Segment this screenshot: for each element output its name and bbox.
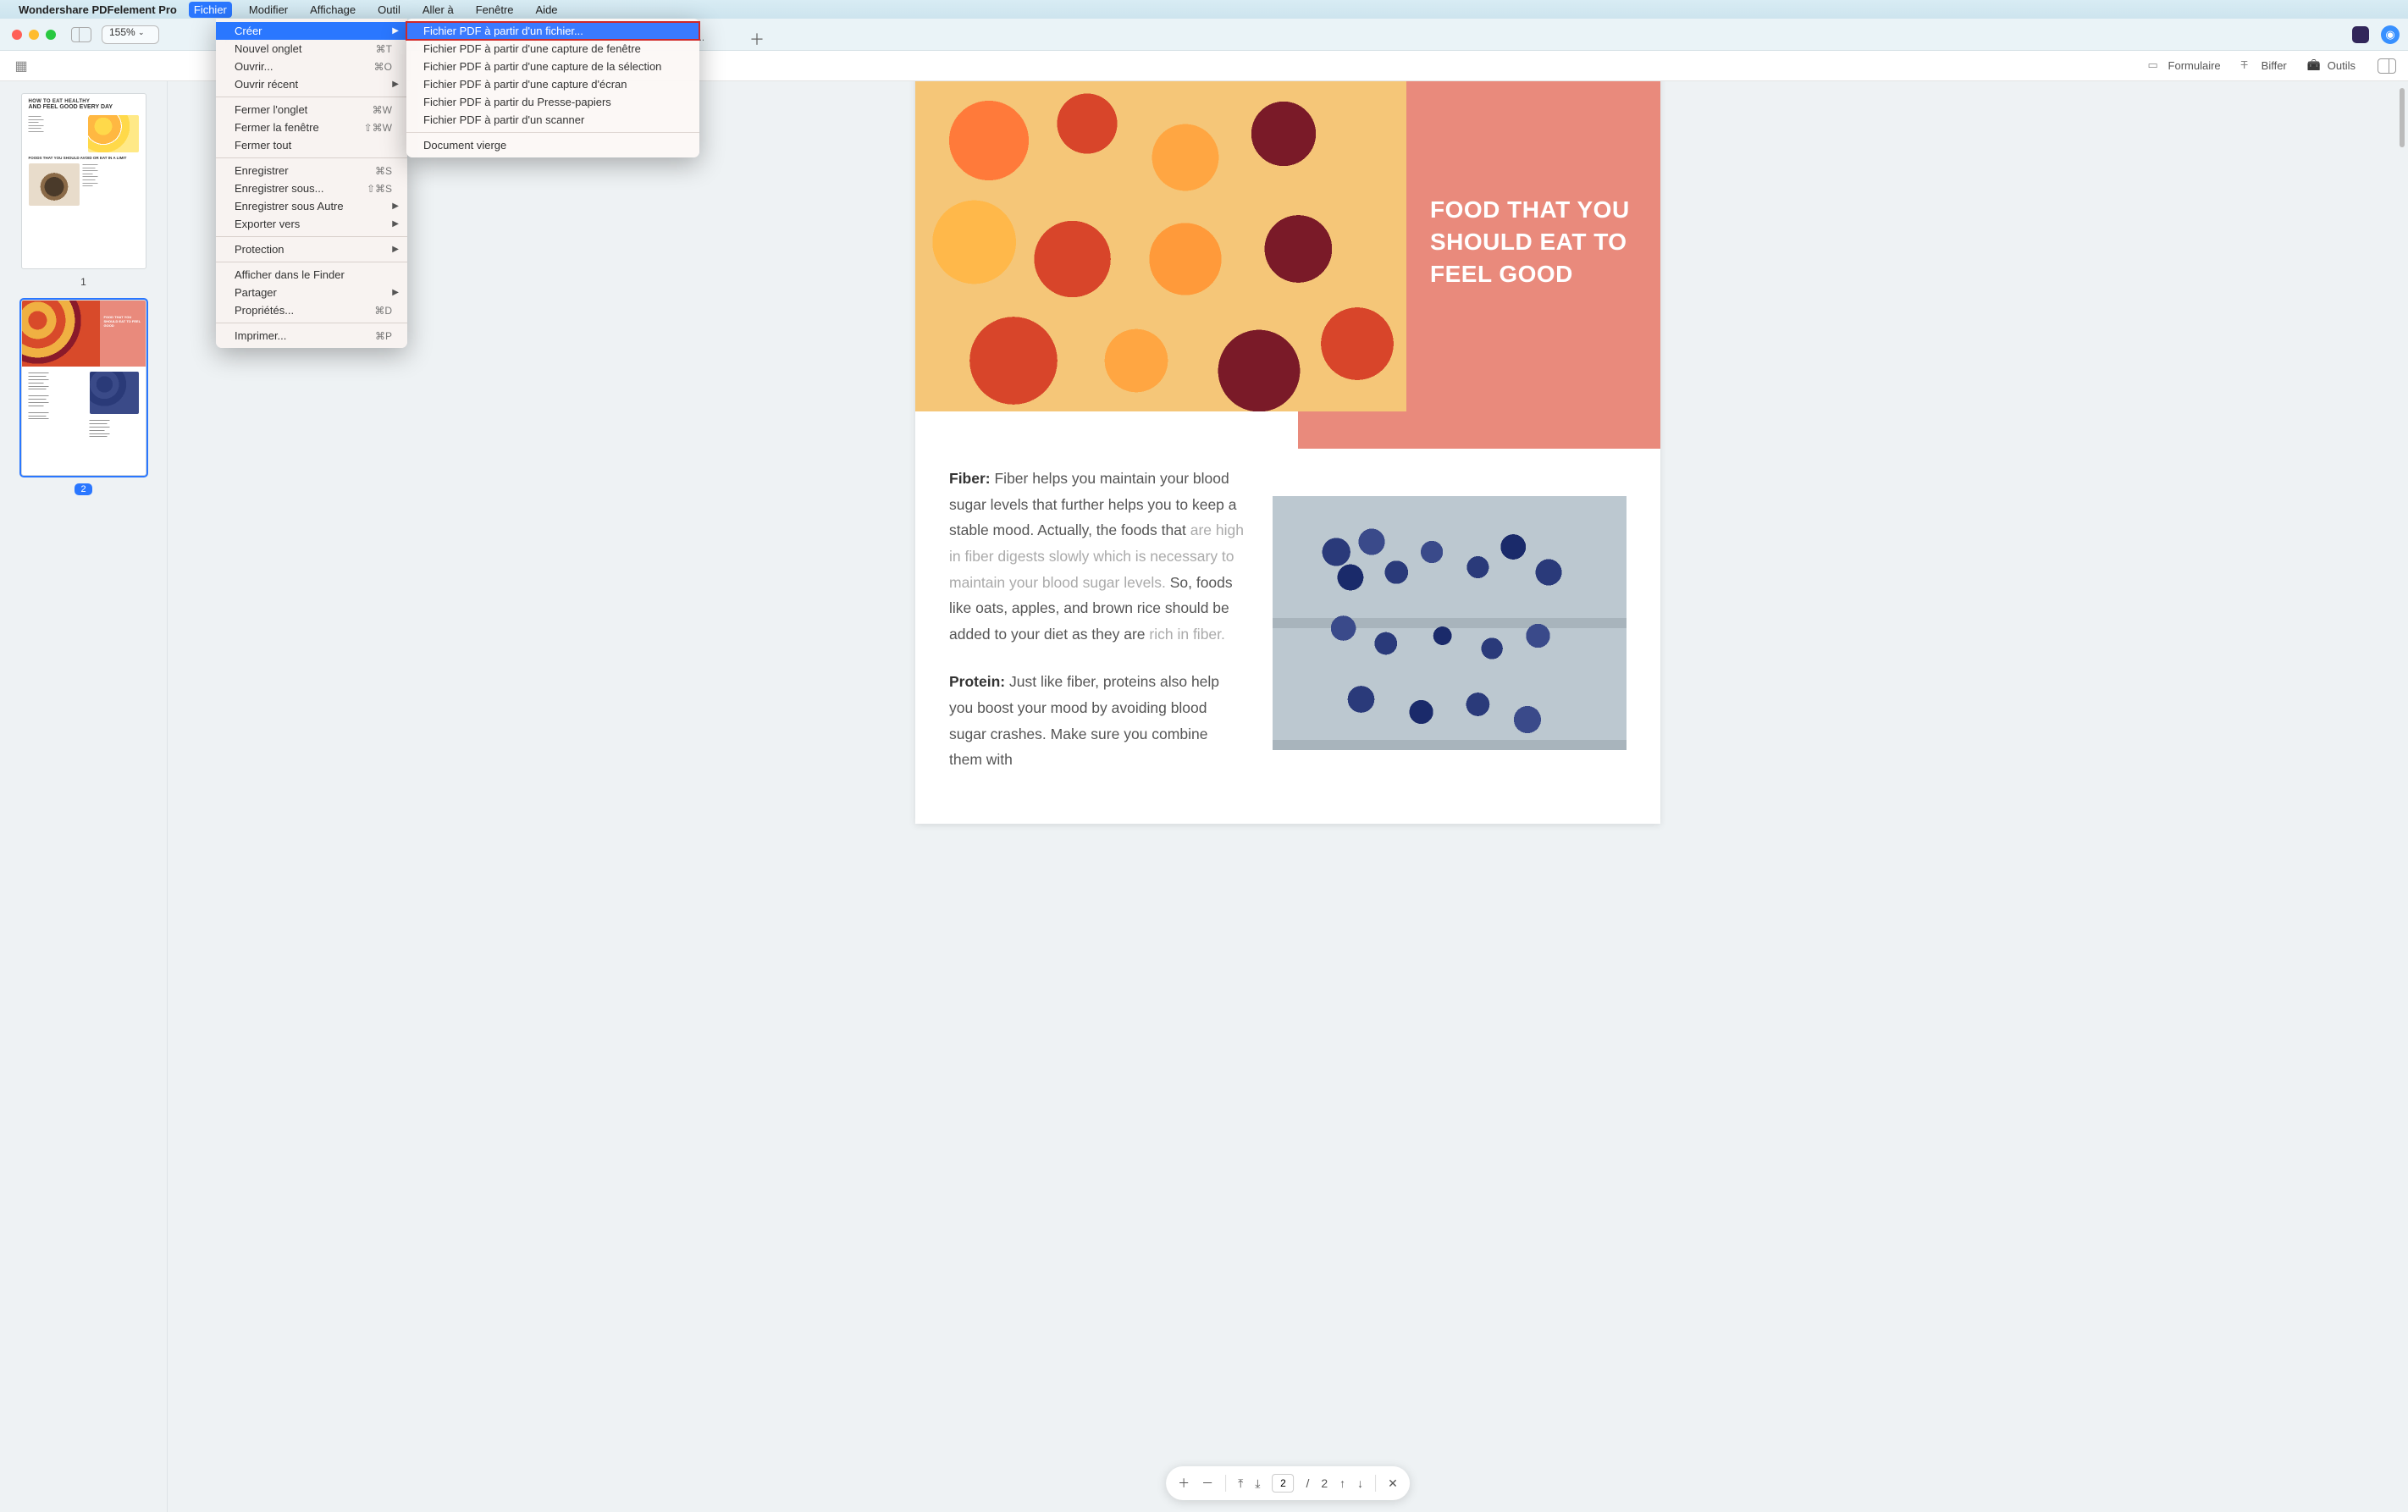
thumbnails-view-icon[interactable] [12,57,30,75]
page-number-2: 2 [0,483,167,494]
menu-item[interactable]: Nouvel onglet⌘T [216,40,407,58]
menu-fenêtre[interactable]: Fenêtre [471,2,519,18]
menu-item[interactable]: Créer▶ [216,22,407,40]
blueberries-image [1273,496,1627,750]
first-page-icon[interactable]: ⤒ [1238,1476,1243,1491]
zoom-in-icon[interactable]: ＋ [1178,1475,1190,1492]
submenu-item[interactable]: Fichier PDF à partir du Presse-papiers [406,93,699,111]
submenu-item[interactable]: Fichier PDF à partir d'une capture de la… [406,58,699,75]
prev-page-icon[interactable]: ↑ [1339,1476,1345,1490]
menu-item[interactable]: Ouvrir récent▶ [216,75,407,93]
close-toolbar-icon[interactable]: ✕ [1388,1476,1398,1491]
menu-item[interactable]: Enregistrer sous Autre▶ [216,197,407,215]
menu-modifier[interactable]: Modifier [244,2,293,18]
page-thumbnail-1[interactable]: HOW TO EAT HEALTHY AND FEEL GOOD EVERY D… [21,93,146,269]
menu-item[interactable]: Protection▶ [216,240,407,258]
zoom-select[interactable]: 155% ⌄ [102,25,159,44]
submenu-item[interactable]: Document vierge [406,136,699,154]
mac-menubar: Wondershare PDFelement Pro Fichier Modifi… [0,0,2408,19]
hero-pink-extension [1298,411,1660,449]
file-menu-dropdown: Créer▶Nouvel onglet⌘TOuvrir...⌘OOuvrir r… [216,19,407,348]
right-panel-toggle-icon[interactable] [2378,58,2396,74]
menu-item[interactable]: Enregistrer sous...⇧⌘S [216,179,407,197]
menu-item[interactable]: Fermer tout [216,136,407,154]
page-thumbnail-2[interactable]: FOOD THAT YOU SHOULD EAT TO FEEL GOOD ▬▬… [21,300,146,476]
user-avatar-icon[interactable]: ◉ [2381,25,2400,44]
redact-button[interactable]: TBiffer [2241,58,2287,74]
menu-item[interactable]: Exporter vers▶ [216,215,407,233]
total-pages: 2 [1321,1476,1328,1490]
create-submenu: Fichier PDF à partir d'un fichier...Fich… [406,19,699,157]
menu-fichier[interactable]: Fichier [189,2,232,18]
next-page-icon[interactable]: ↓ [1357,1476,1363,1490]
body-text: Fiber: Fiber helps you maintain your blo… [949,466,1244,773]
new-tab-button[interactable]: ＋ [745,27,769,51]
extension-icon[interactable] [2352,26,2369,43]
sidebar-toggle-icon[interactable] [71,27,91,42]
submenu-item[interactable]: Fichier PDF à partir d'une capture de fe… [406,40,699,58]
menu-item[interactable]: Propriétés...⌘D [216,301,407,319]
menu-aller à[interactable]: Aller à [417,2,459,18]
zoom-out-icon[interactable]: － [1201,1475,1213,1492]
scrollbar[interactable] [2398,81,2406,1512]
menu-affichage[interactable]: Affichage [305,2,361,18]
submenu-item[interactable]: Fichier PDF à partir d'une capture d'écr… [406,75,699,93]
page-number-1: 1 [0,276,167,288]
thumbnail-sidebar: HOW TO EAT HEALTHY AND FEEL GOOD EVERY D… [0,81,168,1512]
form-button[interactable]: Formulaire [2148,58,2221,74]
menu-item[interactable]: Fermer l'onglet⌘W [216,101,407,119]
submenu-item[interactable]: Fichier PDF à partir d'un fichier... [406,22,699,40]
hero-citrus-image [915,81,1406,411]
document-area[interactable]: FOOD THAT YOU SHOULD EAT TO FEEL GOOD Fi… [168,81,2408,1512]
hero-title-panel: FOOD THAT YOU SHOULD EAT TO FEEL GOOD [1406,81,1660,411]
menu-outil[interactable]: Outil [373,2,406,18]
menu-item[interactable]: Partager▶ [216,284,407,301]
menu-item[interactable]: Ouvrir...⌘O [216,58,407,75]
menu-item[interactable]: Afficher dans le Finder [216,266,407,284]
current-page-input[interactable] [1272,1474,1294,1493]
last-page-icon[interactable]: ⤓ [1255,1476,1260,1491]
submenu-item[interactable]: Fichier PDF à partir d'un scanner [406,111,699,129]
menu-item[interactable]: Imprimer...⌘P [216,327,407,345]
page-separator: / [1306,1476,1309,1490]
menu-item[interactable]: Enregistrer⌘S [216,162,407,179]
page: FOOD THAT YOU SHOULD EAT TO FEEL GOOD Fi… [915,81,1660,824]
close-window-button[interactable] [12,30,22,40]
menu-aide[interactable]: Aide [531,2,563,18]
window-controls [0,30,56,40]
page-navigation-toolbar: ＋ － ⤒ ⤓ / 2 ↑ ↓ ✕ [1166,1466,1410,1500]
tools-button[interactable]: Outils [2307,58,2356,74]
fullscreen-window-button[interactable] [46,30,56,40]
app-name[interactable]: Wondershare PDFelement Pro [19,3,177,16]
menu-item[interactable]: Fermer la fenêtre⇧⌘W [216,119,407,136]
minimize-window-button[interactable] [29,30,39,40]
